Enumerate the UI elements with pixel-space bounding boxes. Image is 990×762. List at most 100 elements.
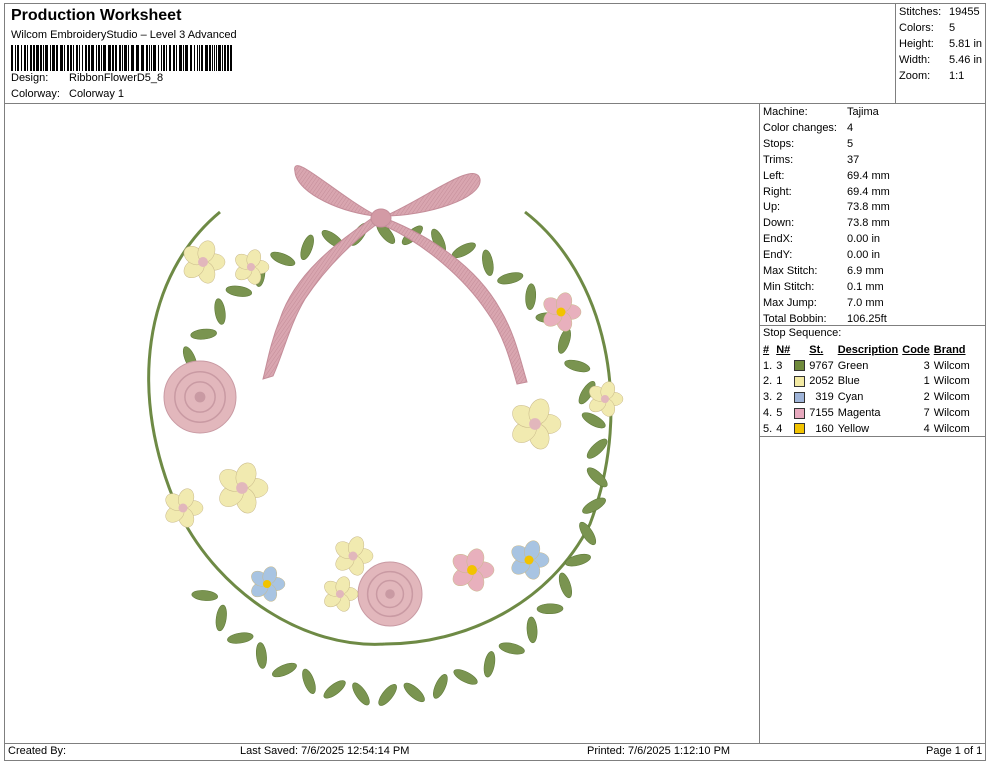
row-brand: Wilcom <box>933 391 970 404</box>
leaf <box>300 234 314 261</box>
color-swatch-cell <box>792 405 807 421</box>
info-row: Right: 69.4 mm <box>763 186 890 198</box>
leaf <box>526 616 538 644</box>
stat-stitches: Stitches: 19455 <box>899 6 980 18</box>
leaf <box>191 590 218 601</box>
table-row: 5. 4 160 Yellow 4 Wilcom <box>761 421 972 437</box>
info-row: Machine: Tajima <box>763 106 879 118</box>
rose-bottom <box>357 561 423 627</box>
info-label: Max Jump: <box>763 296 817 309</box>
design-label: Design: <box>11 72 49 84</box>
leaf <box>214 298 226 325</box>
row-stitches: 160 <box>815 422 834 435</box>
info-value: 69.4 mm <box>847 169 890 182</box>
pink-flower <box>543 292 582 332</box>
page-number: Page 1 of 1 <box>926 745 983 757</box>
divider <box>760 436 985 437</box>
info-row: Min Stitch: 0.1 mm <box>763 281 884 293</box>
cream-flower <box>324 576 359 612</box>
cream-flower <box>512 398 562 450</box>
row-needle: 3 <box>776 359 783 372</box>
row-description: Yellow <box>837 422 870 435</box>
info-value: 37 <box>847 153 860 166</box>
col-stitches: St. <box>809 343 824 356</box>
stat-value: 5.46 in <box>949 54 983 66</box>
color-swatch-cell <box>792 374 807 390</box>
design-preview-panel <box>4 103 760 744</box>
info-label: EndX: <box>763 233 793 246</box>
row-code: 1 <box>923 375 930 388</box>
col-brand: Brand <box>933 343 966 356</box>
machine-info-panel: Machine: Tajima Color changes: 4 Stops: 5 Trim… <box>759 103 986 744</box>
info-row: EndX: 0.00 in <box>763 233 880 245</box>
leaf <box>483 651 496 678</box>
stat-label: Zoom: <box>899 70 931 82</box>
row-needle: 5 <box>776 407 783 420</box>
color-swatch <box>794 423 806 435</box>
info-value: 6.9 mm <box>847 265 884 277</box>
col-description: Description <box>837 343 899 356</box>
info-value: 73.8 mm <box>847 201 890 214</box>
row-index: 1. <box>763 359 773 372</box>
leaf <box>190 328 217 340</box>
row-index: 5. <box>763 422 773 435</box>
leaf <box>215 604 227 632</box>
col-code: Code <box>902 343 930 356</box>
leaf <box>255 642 267 669</box>
info-row: Stops: 5 <box>763 138 853 150</box>
wreath-flowers <box>163 240 624 627</box>
blue-flower <box>251 566 286 602</box>
leaf <box>378 683 397 706</box>
info-value: 4 <box>847 121 854 134</box>
wreath-leaves <box>166 222 608 706</box>
info-value: 7.0 mm <box>847 296 884 309</box>
stop-sequence-header-row: # N# St. Description Code Brand <box>761 342 972 358</box>
info-row: Up: 73.8 mm <box>763 201 890 213</box>
stat-label: Colors: <box>899 22 934 34</box>
info-row: EndY: 0.00 in <box>763 249 880 261</box>
leaf <box>536 603 564 615</box>
info-row: Total Bobbin: 106.25ft <box>763 313 887 325</box>
table-row: 2. 1 2052 Blue 1 Wilcom <box>761 374 972 390</box>
row-needle: 4 <box>776 422 783 435</box>
leaf <box>498 642 525 655</box>
leaf <box>225 285 253 297</box>
pink-flower <box>452 548 495 592</box>
cream-flower <box>335 536 374 576</box>
stat-width: Width: 5.46 in <box>899 54 982 66</box>
page-title: Production Worksheet <box>11 7 182 24</box>
leaf <box>453 669 478 685</box>
leaf <box>272 662 297 678</box>
info-row: Down: 73.8 mm <box>763 217 890 229</box>
info-row: Trims: 37 <box>763 154 859 166</box>
header-panel: Production Worksheet Wilcom EmbroiderySt… <box>4 3 896 104</box>
stat-value: 5 <box>949 22 956 34</box>
info-label: Down: <box>763 217 795 230</box>
software-subtitle: Wilcom EmbroideryStudio – Level 3 Advanc… <box>11 29 237 41</box>
row-code: 4 <box>923 422 930 435</box>
row-stitches: 7155 <box>809 407 834 420</box>
stat-label: Height: <box>899 38 934 50</box>
table-row: 1. 3 9767 Green 3 Wilcom <box>761 358 972 374</box>
color-swatch <box>794 376 806 388</box>
row-description: Cyan <box>837 391 864 404</box>
leaf <box>482 249 494 276</box>
col-needle: N# <box>776 343 791 356</box>
color-swatch <box>794 391 806 403</box>
row-index: 4. <box>763 407 773 420</box>
leaf <box>352 682 370 706</box>
row-stitches: 9767 <box>809 359 834 372</box>
printed-date: Printed: 7/6/2025 1:12:10 PM <box>587 745 731 757</box>
info-label: Min Stitch: <box>763 280 815 293</box>
last-saved: Last Saved: 7/6/2025 12:54:14 PM <box>240 745 410 757</box>
stat-colors: Colors: 5 <box>899 22 955 34</box>
stat-value: 1:1 <box>949 70 965 82</box>
stop-sequence-table: # N# St. Description Code Brand 1. 3 9767 G… <box>761 342 972 437</box>
row-index: 2. <box>763 375 773 388</box>
row-code: 2 <box>923 391 930 404</box>
info-label: Left: <box>763 169 785 182</box>
row-brand: Wilcom <box>933 407 970 420</box>
stat-label: Stitches: <box>899 6 942 18</box>
info-value: 73.8 mm <box>847 217 890 230</box>
row-stitches: 319 <box>815 391 834 404</box>
